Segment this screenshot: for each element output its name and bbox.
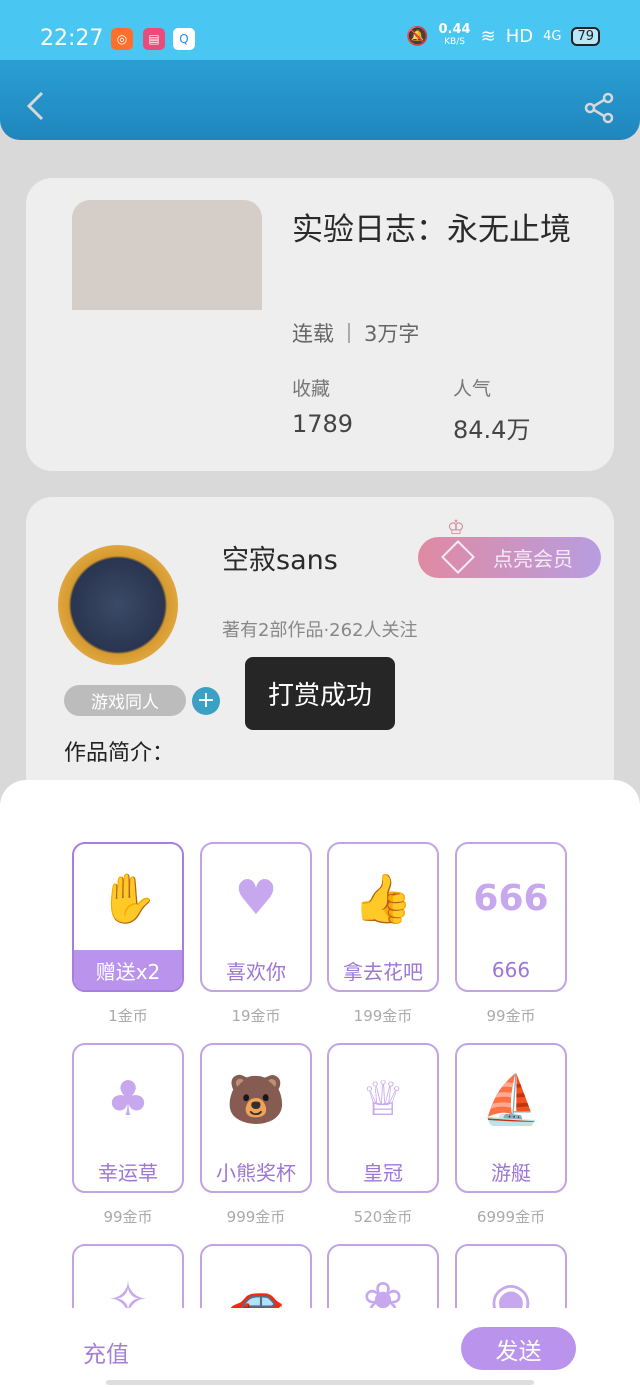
battery-icon: 79 — [571, 26, 600, 46]
gift-price: 6999金币 — [476, 1208, 546, 1226]
top-nav-bar — [0, 60, 640, 140]
divider — [348, 323, 350, 343]
gift-item[interactable]: ♥ 喜欢你 — [200, 842, 312, 992]
genre-tag[interactable]: 游戏同人 — [64, 685, 186, 716]
gift-price: 199金币 — [353, 1007, 413, 1025]
favorites-value: 1789 — [292, 410, 354, 438]
gift-price: 1金币 — [108, 1007, 148, 1025]
gift-item[interactable]: 🐻 小熊奖杯 — [200, 1043, 312, 1193]
gift-name: 赠送x2 — [74, 950, 182, 990]
back-arrow-icon[interactable] — [24, 90, 46, 122]
gift-item[interactable]: ⛵ 游艇 — [455, 1043, 567, 1193]
intro-label: 作品简介： — [64, 741, 175, 766]
gift-item[interactable]: ♣ 幸运草 — [72, 1043, 184, 1193]
signal-icon: 4G — [543, 28, 562, 44]
toast-message: 打赏成功 — [245, 657, 395, 730]
gift-price: 99金币 — [486, 1007, 536, 1025]
send-button[interactable]: 发送 — [461, 1327, 576, 1370]
gift-name: 幸运草 — [98, 1160, 158, 1185]
book-cover-image[interactable] — [72, 200, 262, 310]
favorites-label: 收藏 — [292, 378, 331, 400]
add-tag-icon[interactable]: + — [192, 687, 220, 715]
gift-name: 皇冠 — [363, 1160, 403, 1185]
bear-cup-icon: 🐻 — [226, 1071, 286, 1128]
gift-item[interactable]: ♕ 皇冠 — [327, 1043, 439, 1193]
status-indicators: 🔕 0.44 KB/S ≋ HD 4G 79 — [406, 22, 600, 48]
gift-name: 游艇 — [491, 1160, 531, 1185]
gift-item[interactable]: 666 666 — [455, 842, 567, 992]
heart-hand-icon: ♥ — [234, 870, 278, 926]
net-speed: 0.44 KB/S — [438, 22, 471, 47]
wifi-icon: ≋ — [480, 25, 496, 47]
gift-item[interactable]: ✋ 赠送x2 — [72, 842, 184, 992]
book-word-count: 3万字 — [364, 322, 420, 346]
gift-name: 666 — [491, 958, 531, 982]
gift-name: 喜欢你 — [226, 959, 286, 984]
book-meta: 连载 3万字 — [292, 318, 419, 348]
wave-hand-icon: ✋ — [98, 870, 158, 927]
author-info: 著有2部作品·262人关注 — [222, 620, 418, 641]
popularity-value: 84.4万 — [453, 416, 531, 444]
clover-icon: ♣ — [106, 1071, 150, 1127]
vip-button[interactable]: 点亮会员 — [418, 537, 601, 578]
crown-icon: ♔ — [447, 515, 465, 539]
app-notification-icon: ▤ — [143, 28, 165, 50]
gift-item[interactable]: 👍 拿去花吧 — [327, 842, 439, 992]
diamond-icon — [441, 540, 475, 574]
mute-icon: 🔕 — [406, 25, 429, 47]
gift-name: 小熊奖杯 — [216, 1160, 296, 1185]
author-avatar[interactable] — [58, 545, 178, 665]
share-icon[interactable] — [584, 92, 616, 124]
gift-price: 999金币 — [226, 1208, 286, 1226]
hd-label: HD — [505, 25, 534, 47]
book-status: 连载 — [292, 322, 334, 346]
gift-price: 19金币 — [231, 1007, 281, 1025]
gift-price: 99金币 — [103, 1208, 153, 1226]
yacht-icon: ⛵ — [481, 1071, 541, 1128]
status-time: 22:27 — [40, 26, 104, 51]
home-indicator — [106, 1380, 534, 1385]
thumbs-up-coin-icon: 👍 — [353, 870, 413, 927]
status-bar: 22:27 ◎ ▤ Q 🔕 0.44 KB/S ≋ HD 4G 79 — [0, 0, 640, 60]
gift-price: 520金币 — [353, 1208, 413, 1226]
crown-icon: ♕ — [361, 1071, 405, 1127]
gift-name: 拿去花吧 — [343, 959, 423, 984]
app-notification-icon: ◎ — [111, 28, 133, 50]
recharge-button[interactable]: 充值 — [83, 1335, 129, 1369]
author-name[interactable]: 空寂sans — [222, 538, 338, 577]
app-notification-icon: Q — [173, 28, 195, 50]
666-bubble-icon: 666 — [473, 877, 549, 919]
popularity-label: 人气 — [453, 378, 492, 400]
book-title: 实验日志：永无止境 — [292, 212, 571, 248]
vip-button-label: 点亮会员 — [493, 547, 573, 571]
